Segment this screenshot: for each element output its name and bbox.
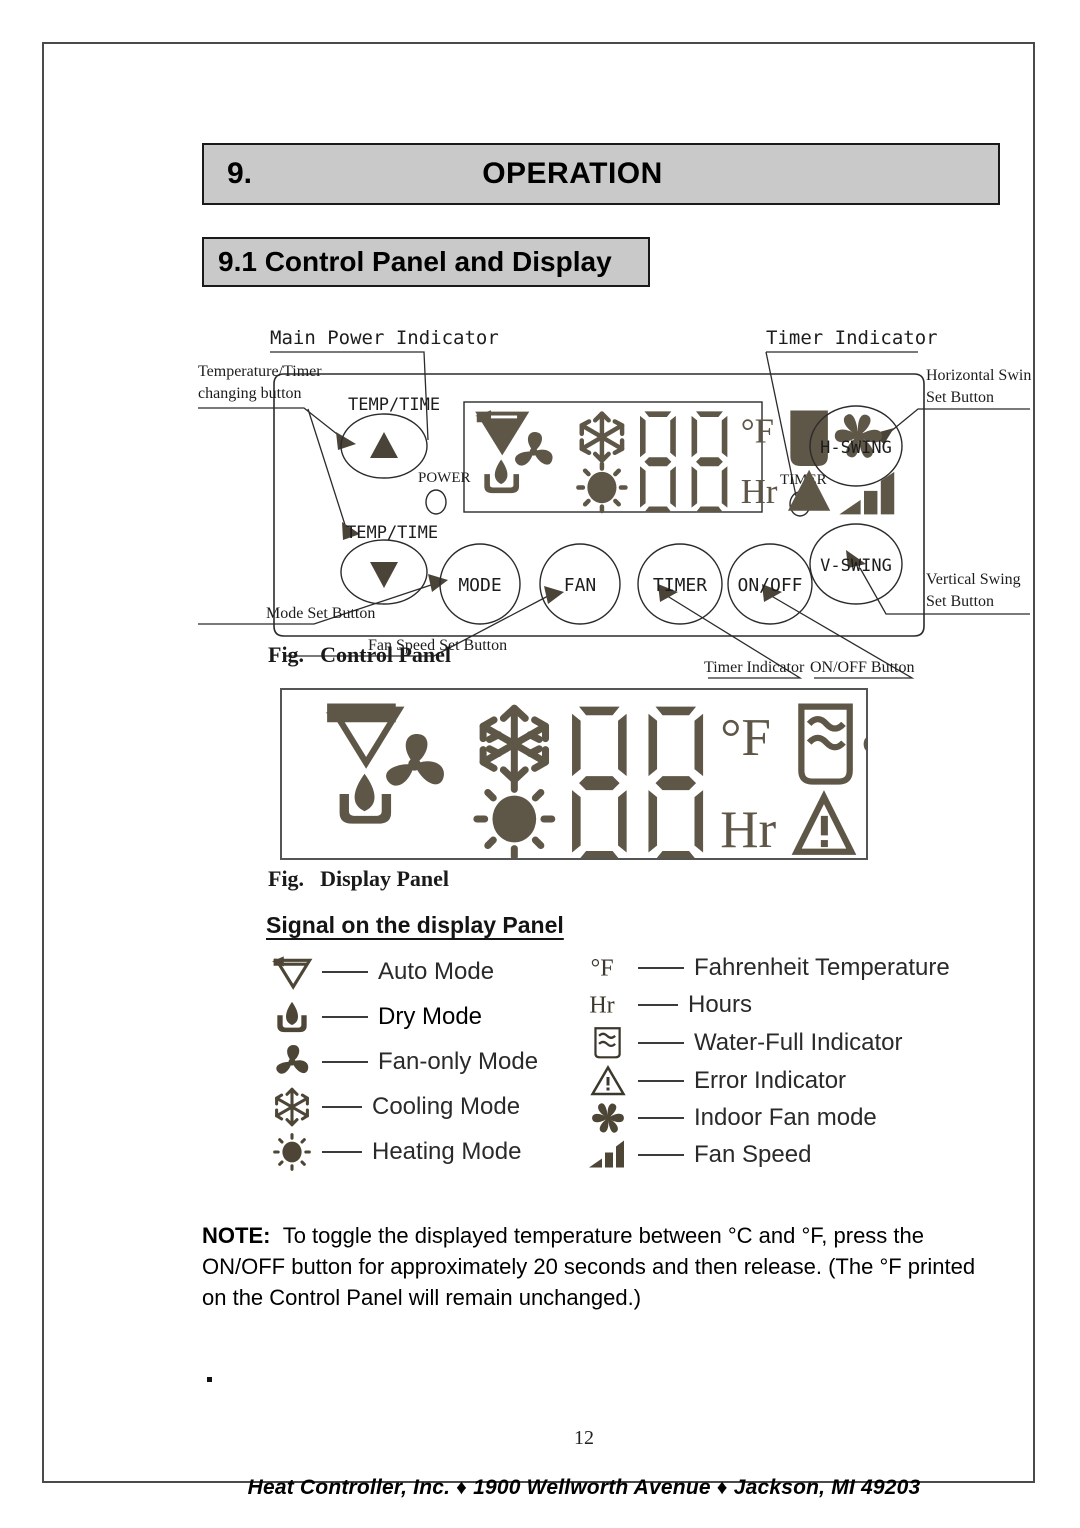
legend-dash — [638, 1041, 684, 1044]
section-title: 9.1 Control Panel and Display — [218, 246, 612, 277]
fan-speed-icon — [582, 1134, 634, 1176]
triangle-down-icon — [370, 562, 398, 588]
heating-mode-icon — [266, 1131, 318, 1173]
callout-temp-timer-line1: Temperature/Timer — [198, 363, 322, 380]
callout-horizontal-swing-line1: Horizontal Swing — [926, 367, 1032, 384]
legend-dash — [322, 1105, 362, 1108]
temp-time-up-label: TEMP/TIME — [348, 395, 440, 415]
v-swing-button-label: V-SWING — [820, 556, 892, 576]
auto-mode-icon — [266, 951, 318, 993]
dry-mode-icon — [266, 996, 318, 1038]
lcd-icon-group: °F Hr — [475, 410, 895, 515]
power-led-label: POWER — [418, 470, 471, 486]
legend-label: Fan-only Mode — [378, 1047, 539, 1075]
footer-address: Heat Controller, Inc. ♦ 1900 Wellworth A… — [247, 1476, 921, 1499]
legend-title: Signal on the display Panel — [266, 912, 564, 938]
display-panel-icon-group: °F Hr — [325, 703, 866, 858]
callout-timer-indicator-bottom: Timer Indicator — [704, 659, 805, 676]
indoor-fan-mode-icon — [582, 1097, 634, 1139]
control-panel-figure: Main Power Indicator Timer Indicator Tem… — [196, 296, 1032, 686]
cooling-mode-icon — [266, 1086, 318, 1128]
fan-button-label: FAN — [564, 575, 597, 596]
note-body: To toggle the displayed temperature betw… — [202, 1223, 976, 1310]
caption-prefix: Fig. — [268, 642, 305, 667]
legend-dash — [638, 967, 684, 969]
legend-column-right: °F Fahrenheit Temperature Hr Hours Water… — [582, 949, 1002, 1174]
caption-text: Display Panel — [320, 866, 450, 891]
display-panel-figure: °F Hr — [280, 688, 868, 860]
svg-text:°F: °F — [591, 955, 614, 981]
caption-prefix: Fig. — [268, 866, 305, 891]
triangle-up-icon — [370, 432, 398, 458]
legend-label: Fan Speed — [694, 1140, 812, 1168]
legend: Auto Mode Dry Mode Fan-only Mode Cooling… — [266, 949, 1026, 1174]
legend-dash — [638, 1116, 684, 1119]
legend-item-fan-only-mode: Fan-only Mode — [266, 1039, 566, 1084]
callout-vertical-swing-line1: Vertical Swing — [926, 571, 1021, 588]
legend-label: Dry Mode — [378, 1002, 483, 1030]
page-number: 12 — [574, 1427, 594, 1449]
on-off-button-label: ON/OFF — [737, 575, 802, 596]
legend-label: Indoor Fan mode — [694, 1103, 877, 1131]
legend-label: Cooling Mode — [372, 1092, 521, 1120]
chapter-header-bar: 9. OPERATION — [202, 143, 1000, 205]
legend-label: Heating Mode — [372, 1137, 522, 1165]
display-panel-caption: Fig. Display Panel — [268, 866, 449, 892]
error-indicator-icon — [582, 1060, 634, 1102]
legend-item-hours: Hr Hours — [582, 987, 1002, 1023]
legend-item-fan-speed: Fan Speed — [582, 1136, 1002, 1173]
legend-dash — [322, 970, 368, 973]
callout-temp-timer-line2: changing button — [198, 385, 302, 402]
legend-dash — [638, 1079, 684, 1082]
chapter-title: OPERATION — [482, 157, 663, 190]
legend-dash — [322, 1150, 362, 1153]
svg-text:Hr: Hr — [741, 472, 778, 511]
mode-button-label: MODE — [458, 575, 501, 596]
legend-label: Hours — [688, 991, 753, 1018]
legend-label: Error Indicator — [694, 1066, 847, 1094]
control-panel-caption: Fig. Control Panel — [268, 642, 451, 668]
legend-dash — [638, 1153, 684, 1156]
fahrenheit-icon: °F — [582, 947, 634, 989]
legend-item-fahrenheit: °F Fahrenheit Temperature — [582, 949, 1002, 987]
legend-dash — [322, 1015, 368, 1018]
fahrenheit-symbol: °F — [720, 709, 771, 767]
section-header-bar: 9.1 Control Panel and Display — [202, 237, 650, 287]
power-led-icon — [425, 489, 447, 515]
callout-mode-set-button: Mode Set Button — [266, 605, 375, 622]
hours-symbol: Hr — [720, 801, 776, 858]
callout-on-off-button: ON/OFF Button — [810, 659, 914, 676]
legend-label: Fahrenheit Temperature — [694, 954, 950, 981]
legend-item-indoor-fan-mode: Indoor Fan mode — [582, 1099, 1002, 1136]
note-prefix: NOTE: — [202, 1223, 271, 1248]
callout-vertical-swing-line2: Set Button — [926, 593, 994, 610]
svg-text:Hr: Hr — [589, 992, 614, 1018]
callout-timer-indicator-top: Timer Indicator — [766, 327, 938, 349]
svg-text:°F: °F — [741, 412, 774, 451]
legend-item-error-indicator: Error Indicator — [582, 1062, 1002, 1099]
page-frame: 9. OPERATION 9.1 Control Panel and Displ… — [42, 42, 1035, 1499]
legend-item-heating-mode: Heating Mode — [266, 1129, 566, 1174]
legend-dash — [322, 1060, 368, 1063]
callout-horizontal-swing-line2: Set Button — [926, 389, 994, 406]
legend-item-cooling-mode: Cooling Mode — [266, 1084, 566, 1129]
legend-item-water-full: Water-Full Indicator — [582, 1023, 1002, 1062]
hours-icon: Hr — [582, 984, 634, 1026]
legend-dash — [638, 1004, 678, 1006]
legend-label: Water-Full Indicator — [694, 1028, 903, 1056]
legend-column-left: Auto Mode Dry Mode Fan-only Mode Cooling… — [266, 949, 566, 1174]
chapter-number: 9. — [227, 157, 253, 190]
callout-main-power-indicator: Main Power Indicator — [270, 327, 499, 349]
fan-only-mode-icon — [266, 1041, 318, 1083]
timer-button-label: TIMER — [653, 575, 707, 596]
stray-mark — [207, 1377, 212, 1382]
legend-item-auto-mode: Auto Mode — [266, 949, 566, 994]
caption-text: Control Panel — [320, 642, 452, 667]
note-block: NOTE: To toggle the displayed temperatur… — [202, 1220, 1002, 1313]
legend-label: Auto Mode — [378, 957, 495, 985]
legend-item-dry-mode: Dry Mode — [266, 994, 566, 1039]
h-swing-button-label: H-SWING — [820, 438, 892, 458]
water-full-icon — [582, 1022, 634, 1064]
